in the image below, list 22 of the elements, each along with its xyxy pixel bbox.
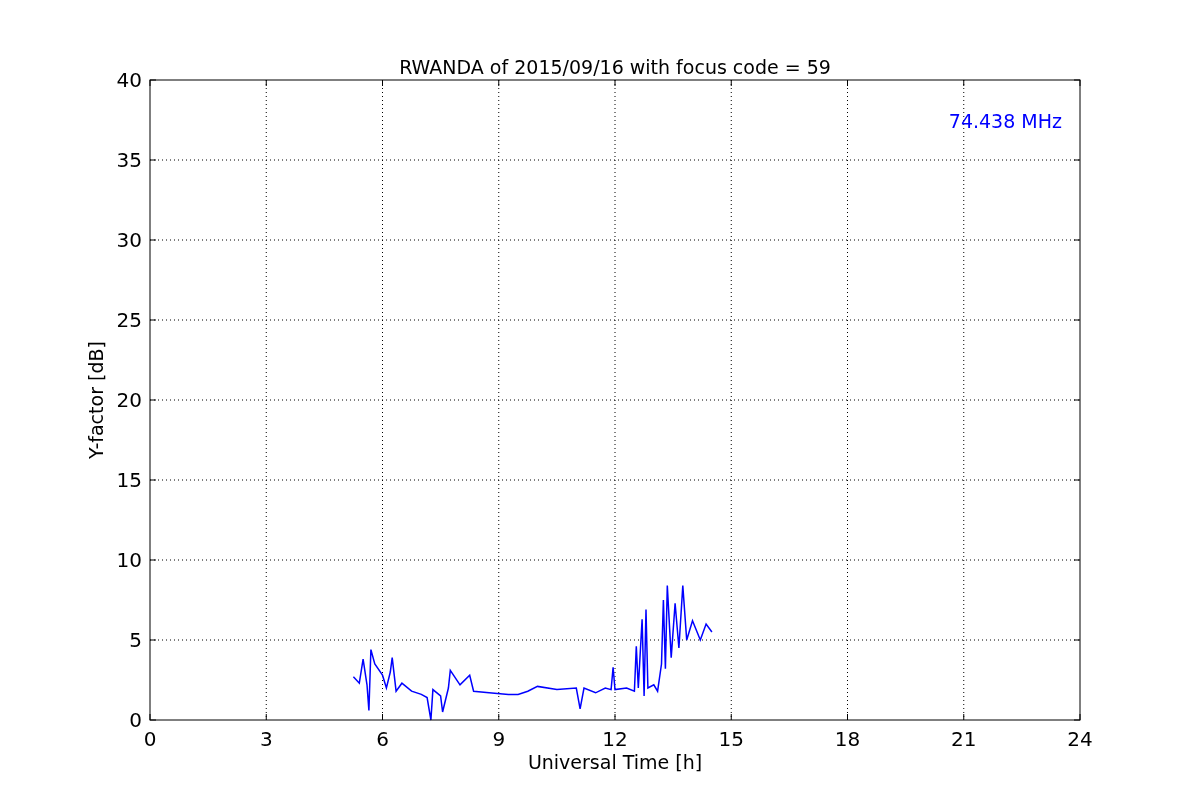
y-tick-label: 5 bbox=[129, 628, 142, 652]
y-tick-label: 10 bbox=[116, 548, 142, 572]
y-tick-label: 15 bbox=[116, 468, 142, 492]
y-tick-label: 35 bbox=[116, 148, 142, 172]
x-tick-label: 24 bbox=[1067, 727, 1093, 751]
x-tick-label: 6 bbox=[376, 727, 389, 751]
y-tick-label: 30 bbox=[116, 228, 142, 252]
x-tick-label: 0 bbox=[143, 727, 157, 751]
x-tick-label: 12 bbox=[602, 727, 628, 751]
series-label: 74.438 MHz bbox=[948, 110, 1062, 132]
chart-title: RWANDA of 2015/09/16 with focus code = 59 bbox=[399, 56, 831, 78]
y-tick-label: 0 bbox=[129, 708, 142, 732]
x-axis-label: Universal Time [h] bbox=[527, 751, 703, 773]
x-tick-label: 18 bbox=[834, 727, 861, 751]
x-tick-label: 15 bbox=[718, 727, 744, 751]
x-tick-label: 9 bbox=[492, 727, 506, 751]
x-tick-label: 3 bbox=[259, 727, 273, 751]
y-tick-label: 25 bbox=[116, 308, 142, 332]
y-tick-label: 20 bbox=[116, 388, 142, 412]
x-tick-label: 21 bbox=[951, 727, 977, 751]
y-axis-label: Y-factor [dB] bbox=[85, 341, 107, 459]
y-tick-label: 40 bbox=[116, 68, 142, 92]
